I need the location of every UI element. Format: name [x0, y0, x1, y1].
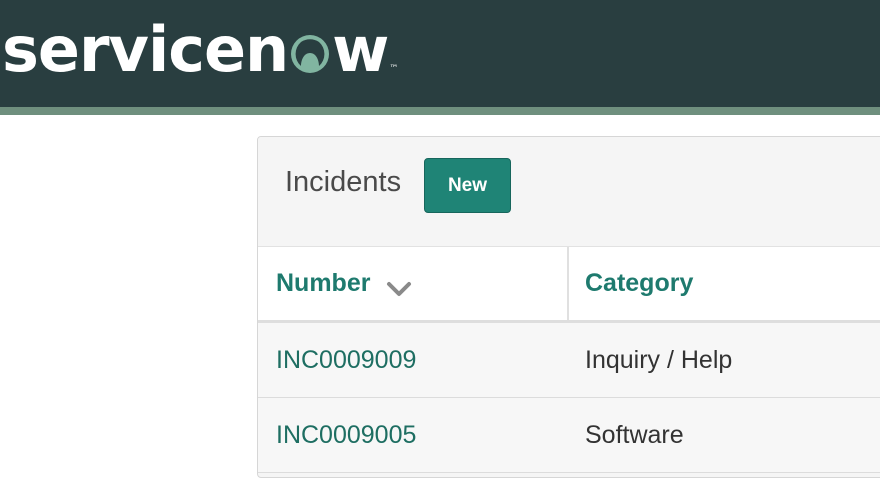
trademark-symbol: ™ [389, 64, 399, 74]
chevron-down-icon[interactable] [386, 276, 412, 296]
logo-text-part1: servicen [2, 13, 289, 86]
incident-number-link[interactable]: INC0009005 [276, 421, 416, 450]
servicenow-logo[interactable]: servicen w ™ [2, 13, 398, 86]
table-row[interactable]: INC0009009 Inquiry / Help [258, 323, 880, 398]
incidents-table: Number Category INC0009009 Inquiry / Hel… [258, 247, 880, 473]
incident-number-cell: INC0009009 [276, 323, 566, 397]
logo-text-part2: w [332, 13, 389, 86]
incident-category-cell: Software [585, 398, 880, 472]
logo-o-icon [289, 24, 331, 73]
top-navigation-bar: servicen w ™ [0, 0, 880, 107]
new-incident-button[interactable]: New [424, 158, 511, 213]
panel-title: Incidents [285, 166, 402, 198]
column-header-number-label: Number [276, 269, 371, 297]
incident-number-cell: INC0009005 [276, 398, 566, 472]
incident-category-cell: Inquiry / Help [585, 323, 880, 397]
incident-category-text: Inquiry / Help [585, 345, 733, 374]
column-header-category[interactable]: Category [585, 247, 880, 320]
panel-header: Incidents New [258, 137, 880, 247]
table-header-row: Number Category [258, 247, 880, 323]
table-row[interactable]: INC0009005 Software [258, 398, 880, 473]
incident-category-text: Software [585, 420, 684, 449]
column-divider [567, 247, 569, 320]
header-accent-stripe [0, 107, 880, 115]
column-header-category-label: Category [585, 269, 694, 297]
incident-number-link[interactable]: INC0009009 [276, 346, 416, 375]
incidents-panel: Incidents New Number Category INC0009009 [257, 136, 880, 478]
column-header-number[interactable]: Number [276, 247, 566, 320]
